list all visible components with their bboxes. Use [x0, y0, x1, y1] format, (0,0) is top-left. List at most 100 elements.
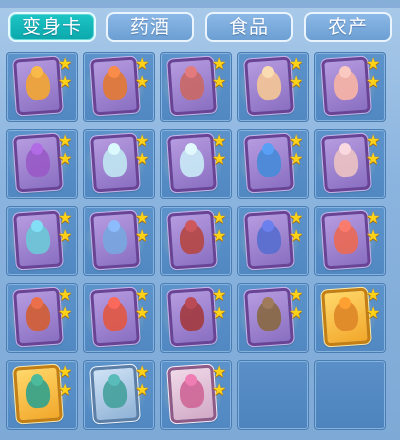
character-portrait [101, 69, 128, 101]
character-portrait [332, 300, 359, 332]
star-icon: ★ [135, 131, 150, 150]
inventory-slot[interactable]: ★ ★ [6, 283, 78, 353]
character-portrait [24, 146, 51, 178]
transform-card-icon [12, 363, 64, 425]
inventory-grid: ★ ★ ★ ★ ★ ★ ★ ★ ★ ★ ★ ★ ★ ★ ★ ★ ★ ★ ★ ★ ★ ★ ★ ★ ★ ★ ★ ★ ★ ★ ★ ★ ★ ★ ★ ★ ★ ★ ★ ★… [6, 52, 394, 436]
inventory-slot[interactable]: ★ ★ [237, 129, 309, 199]
star-icon: ★ [135, 285, 150, 304]
transform-card-icon [89, 132, 141, 194]
star-icon: ★ [212, 131, 227, 150]
star-icon: ★ [212, 54, 227, 73]
transform-card-icon [320, 209, 372, 271]
star-icon: ★ [135, 54, 150, 73]
inventory-slot[interactable]: ★ ★ [314, 283, 386, 353]
inventory-slot[interactable]: ★ ★ [6, 52, 78, 122]
star-rating: ★ ★ [212, 133, 228, 173]
star-icon: ★ [135, 208, 150, 227]
transform-card-icon [320, 55, 372, 117]
star-rating: ★ ★ [135, 210, 151, 250]
character-portrait [178, 146, 205, 178]
star-icon: ★ [58, 54, 73, 73]
character-portrait [255, 146, 282, 178]
inventory-slot[interactable]: ★ ★ [237, 283, 309, 353]
transform-card-icon [166, 55, 218, 117]
star-icon: ★ [289, 72, 304, 91]
inventory-slot[interactable]: ★ ★ [314, 206, 386, 276]
character-portrait [178, 377, 205, 409]
inventory-slot[interactable]: ★ ★ [237, 206, 309, 276]
transform-card-icon [166, 363, 218, 425]
inventory-slot[interactable]: ★ ★ [160, 283, 232, 353]
star-icon: ★ [366, 54, 381, 73]
tab-medicine-wine[interactable]: 药酒 [106, 12, 194, 42]
inventory-slot[interactable]: ★ ★ [83, 129, 155, 199]
star-icon: ★ [289, 208, 304, 227]
star-icon: ★ [212, 72, 227, 91]
character-portrait [255, 69, 282, 101]
inventory-slot[interactable]: ★ ★ [237, 52, 309, 122]
inventory-slot[interactable]: ★ ★ [6, 360, 78, 430]
inventory-slot[interactable]: ★ ★ [160, 360, 232, 430]
character-portrait [178, 300, 205, 332]
star-icon: ★ [135, 226, 150, 245]
star-rating: ★ ★ [135, 133, 151, 173]
star-icon: ★ [212, 208, 227, 227]
transform-card-icon [166, 209, 218, 271]
inventory-slot[interactable]: ★ ★ [83, 52, 155, 122]
star-icon: ★ [289, 303, 304, 322]
inventory-slot[interactable]: ★ ★ [83, 206, 155, 276]
transform-card-icon [243, 132, 295, 194]
star-rating: ★ ★ [58, 133, 74, 173]
inventory-slot[interactable]: ★ ★ [314, 52, 386, 122]
character-portrait [101, 300, 128, 332]
inventory-slot[interactable]: ★ ★ [6, 206, 78, 276]
inventory-slot[interactable]: ★ ★ [160, 52, 232, 122]
star-icon: ★ [289, 285, 304, 304]
transform-card-icon [166, 132, 218, 194]
inventory-slot[interactable]: ★ ★ [160, 206, 232, 276]
star-icon: ★ [58, 380, 73, 399]
character-portrait [255, 300, 282, 332]
star-icon: ★ [58, 285, 73, 304]
tab-transform-cards[interactable]: 变身卡 [8, 12, 96, 42]
top-edge [0, 0, 400, 8]
star-icon: ★ [58, 362, 73, 381]
star-icon: ★ [58, 72, 73, 91]
transform-card-icon [243, 286, 295, 348]
star-rating: ★ ★ [212, 364, 228, 404]
character-portrait [332, 146, 359, 178]
star-icon: ★ [135, 72, 150, 91]
star-icon: ★ [212, 226, 227, 245]
star-rating: ★ ★ [366, 56, 382, 96]
star-rating: ★ ★ [58, 287, 74, 327]
empty-slot[interactable] [237, 360, 309, 430]
inventory-slot[interactable]: ★ ★ [83, 360, 155, 430]
star-icon: ★ [58, 208, 73, 227]
inventory-slot[interactable]: ★ ★ [160, 129, 232, 199]
star-icon: ★ [212, 285, 227, 304]
inventory-slot[interactable]: ★ ★ [314, 129, 386, 199]
star-rating: ★ ★ [135, 287, 151, 327]
character-portrait [24, 300, 51, 332]
inventory-slot[interactable]: ★ ★ [6, 129, 78, 199]
transform-card-icon [166, 286, 218, 348]
star-icon: ★ [212, 149, 227, 168]
inventory-slot[interactable]: ★ ★ [83, 283, 155, 353]
star-rating: ★ ★ [212, 56, 228, 96]
star-rating: ★ ★ [366, 287, 382, 327]
star-icon: ★ [212, 380, 227, 399]
transform-card-icon [320, 132, 372, 194]
transform-card-icon [89, 209, 141, 271]
star-icon: ★ [135, 362, 150, 381]
character-portrait [101, 223, 128, 255]
character-portrait [332, 69, 359, 101]
star-icon: ★ [289, 149, 304, 168]
star-icon: ★ [58, 149, 73, 168]
character-portrait [24, 223, 51, 255]
empty-slot[interactable] [314, 360, 386, 430]
star-icon: ★ [58, 131, 73, 150]
tab-food[interactable]: 食品 [205, 12, 293, 42]
star-icon: ★ [366, 303, 381, 322]
tab-farm-produce[interactable]: 农产 [304, 12, 392, 42]
character-portrait [101, 146, 128, 178]
